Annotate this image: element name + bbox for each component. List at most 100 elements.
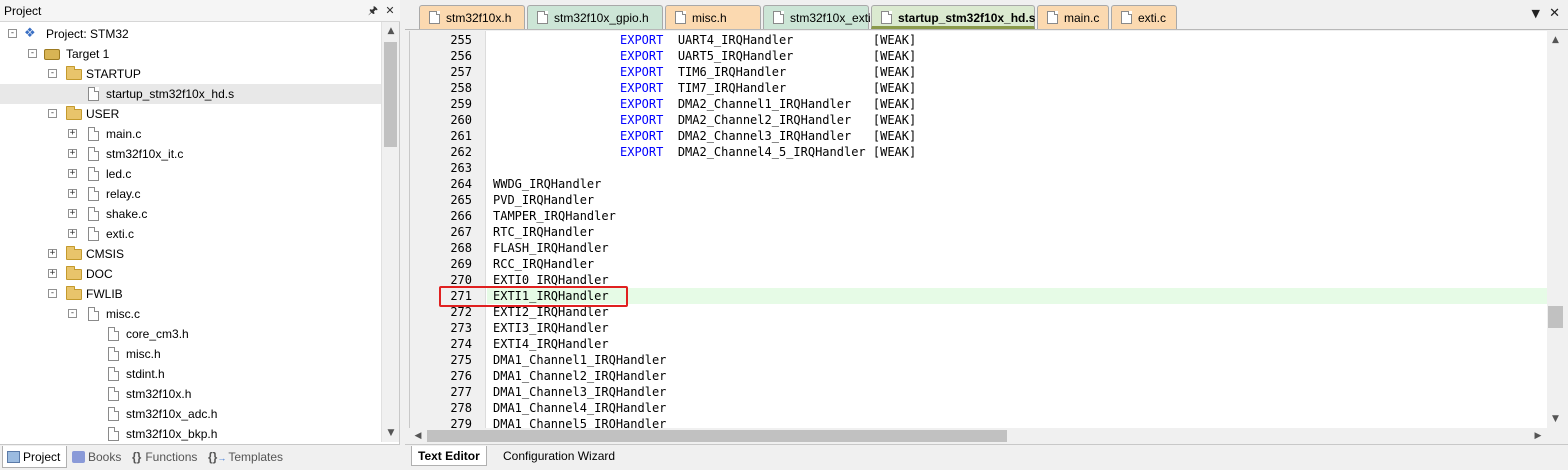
code-line: 264 WWDG_IRQHandler xyxy=(410,176,1547,192)
file-tab[interactable]: stm32f10x_gpio.h xyxy=(527,5,663,29)
file-tab[interactable]: stm32f10x_exti.h xyxy=(763,5,881,29)
scroll-right-icon[interactable]: ▶ xyxy=(1529,427,1547,445)
expand-icon[interactable]: + xyxy=(68,149,77,158)
file-tab[interactable]: startup_stm32f10x_hd.s xyxy=(871,5,1035,29)
tree-item-label: exti.c xyxy=(106,227,135,241)
tab-project[interactable]: Project xyxy=(2,446,68,468)
tree-item[interactable]: + relay.c xyxy=(0,184,381,204)
tree-item[interactable]: + CMSIS xyxy=(0,244,381,264)
keyword: EXPORT xyxy=(620,65,664,79)
tree-item[interactable]: - STARTUP xyxy=(0,64,381,84)
scrollbar-thumb[interactable] xyxy=(1548,306,1563,328)
collapse-icon[interactable]: - xyxy=(68,309,77,318)
code-editor[interactable]: 255 EXPORT UART4_IRQHandler [WEAK] 256 EXPO… xyxy=(409,31,1547,428)
tree-item-label: Target 1 xyxy=(66,47,110,61)
tree-item-label: misc.c xyxy=(106,307,140,321)
file-tab[interactable]: main.c xyxy=(1037,5,1109,29)
scrollbar-thumb[interactable] xyxy=(427,430,1007,442)
code-text: RCC_IRQHandler xyxy=(493,256,594,272)
file-tab[interactable]: misc.h xyxy=(665,5,761,29)
code-text: WWDG_IRQHandler xyxy=(493,176,601,192)
code-text: EXPORT UART5_IRQHandler [WEAK] xyxy=(620,48,916,64)
scroll-left-icon[interactable]: ◀ xyxy=(409,427,427,445)
code-line: 257 EXPORT TIM6_IRQHandler [WEAK] xyxy=(410,64,1547,80)
pin-icon[interactable]: 🖈 xyxy=(366,4,380,18)
project-icon: ❖ xyxy=(24,25,36,40)
tab-books[interactable]: Books xyxy=(68,446,127,468)
expand-icon[interactable]: + xyxy=(68,129,77,138)
code-line: 262 EXPORT DMA2_Channel4_5_IRQHandler [WE… xyxy=(410,144,1547,160)
tree-item[interactable]: core_cm3.h xyxy=(0,324,381,344)
tree-item[interactable]: - Target 1 xyxy=(0,44,381,64)
tree-item[interactable]: stm32f10x.h xyxy=(0,384,381,404)
tree-item[interactable]: - USER xyxy=(0,104,381,124)
code-text: DMA1_Channel3_IRQHandler xyxy=(493,384,666,400)
code-token: DMA1_Channel2_IRQHandler xyxy=(493,369,667,383)
tree-item-label: relay.c xyxy=(106,187,141,201)
file-tab[interactable]: stm32f10x.h xyxy=(419,5,525,29)
expand-icon[interactable]: + xyxy=(68,229,77,238)
scrollbar-thumb[interactable] xyxy=(384,42,397,147)
code-line: 277 DMA1_Channel3_IRQHandler xyxy=(410,384,1547,400)
code-line: 278 DMA1_Channel4_IRQHandler xyxy=(410,400,1547,416)
expand-icon[interactable]: + xyxy=(68,189,77,198)
file-tab-label: stm32f10x_exti.h xyxy=(790,11,881,25)
line-number: 268 xyxy=(450,241,472,255)
tree-item[interactable]: misc.h xyxy=(0,344,381,364)
tree-item[interactable]: - misc.c xyxy=(0,304,381,324)
editor-vertical-scrollbar[interactable]: ▲ ▼ xyxy=(1547,31,1564,428)
file-tab-label: startup_stm32f10x_hd.s xyxy=(898,11,1036,25)
tree-item-label: stdint.h xyxy=(126,367,165,381)
code-text: DMA1_Channel2_IRQHandler xyxy=(493,368,666,384)
scroll-down-icon[interactable]: ▼ xyxy=(382,424,400,442)
code-line: 261 EXPORT DMA2_Channel3_IRQHandler [WEAK… xyxy=(410,128,1547,144)
tab-configuration-wizard[interactable]: Configuration Wizard xyxy=(497,446,621,466)
scroll-down-icon[interactable]: ▼ xyxy=(1547,410,1564,428)
keyword: EXPORT xyxy=(620,97,664,111)
tab-templates[interactable]: {}→ Templates xyxy=(204,446,289,468)
collapse-icon[interactable]: - xyxy=(48,69,57,78)
expand-icon[interactable]: + xyxy=(48,249,57,258)
tree-item[interactable]: + exti.c xyxy=(0,224,381,244)
tree-item[interactable]: stdint.h xyxy=(0,364,381,384)
expand-icon[interactable]: + xyxy=(48,269,57,278)
tree-item[interactable]: + DOC xyxy=(0,264,381,284)
tree-item[interactable]: + main.c xyxy=(0,124,381,144)
collapse-icon[interactable]: - xyxy=(48,109,57,118)
keyword: EXPORT xyxy=(620,145,664,159)
file-icon xyxy=(88,207,99,221)
line-number: 275 xyxy=(450,353,472,367)
tab-functions[interactable]: {} Functions xyxy=(128,446,203,468)
editor-horizontal-scrollbar[interactable]: ◀ ▶ xyxy=(409,428,1547,444)
dropdown-icon[interactable]: ▼ xyxy=(1532,7,1540,20)
scroll-up-icon[interactable]: ▲ xyxy=(1547,31,1564,49)
tree-item[interactable]: stm32f10x_adc.h xyxy=(0,404,381,424)
tree-item[interactable]: - FWLIB xyxy=(0,284,381,304)
tree-item[interactable]: + stm32f10x_it.c xyxy=(0,144,381,164)
collapse-icon[interactable]: - xyxy=(8,29,17,38)
file-icon xyxy=(1047,11,1058,24)
tree-item[interactable]: + led.c xyxy=(0,164,381,184)
expand-icon[interactable]: + xyxy=(68,169,77,178)
expand-icon[interactable]: + xyxy=(68,209,77,218)
code-token: PVD_IRQHandler xyxy=(493,193,595,207)
collapse-icon[interactable]: - xyxy=(28,49,37,58)
file-icon xyxy=(881,11,892,24)
tree-item[interactable]: + shake.c xyxy=(0,204,381,224)
tree-item[interactable]: - ❖ Project: STM32 xyxy=(0,24,381,44)
tree-item[interactable]: stm32f10x_bkp.h xyxy=(0,424,381,442)
tree-vertical-scrollbar[interactable]: ▲ ▼ xyxy=(381,22,399,442)
code-token: DMA2_Channel3_IRQHandler [WEAK] xyxy=(677,129,917,143)
file-tab[interactable]: exti.c xyxy=(1111,5,1177,29)
code-line: 255 EXPORT UART4_IRQHandler [WEAK] xyxy=(410,32,1547,48)
tree-item[interactable]: startup_stm32f10x_hd.s xyxy=(0,84,381,104)
close-icon[interactable]: ✕ xyxy=(383,4,397,18)
collapse-icon[interactable]: - xyxy=(48,289,57,298)
file-tab-label: exti.c xyxy=(1138,11,1167,25)
keyword: EXPORT xyxy=(620,49,664,63)
code-token: DMA1_Channel5_IRQHandler xyxy=(493,417,667,428)
tree-item-label: DOC xyxy=(86,267,113,281)
tab-text-editor[interactable]: Text Editor xyxy=(411,446,487,466)
close-icon[interactable]: ✕ xyxy=(1549,6,1560,21)
scroll-up-icon[interactable]: ▲ xyxy=(382,22,400,40)
